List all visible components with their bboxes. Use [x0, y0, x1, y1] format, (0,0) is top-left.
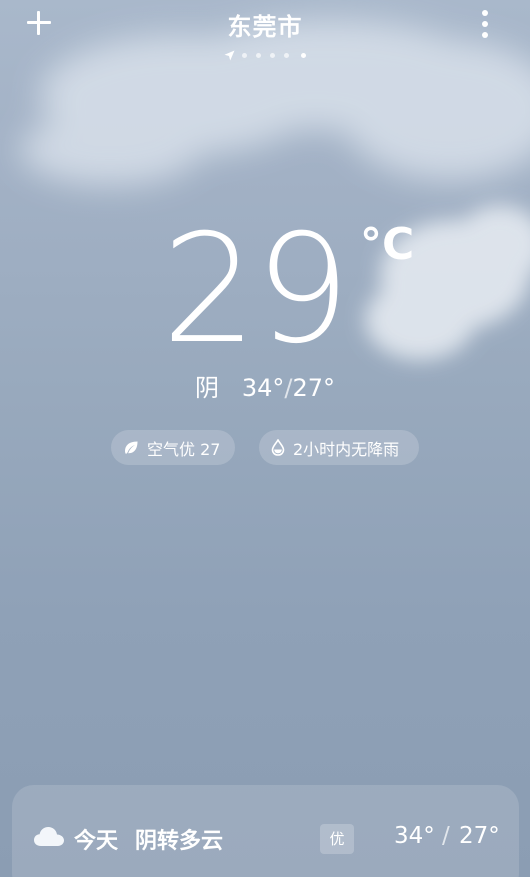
today-high-temp: 34°	[394, 823, 435, 849]
air-quality-chip[interactable]: 空气优 27	[111, 430, 235, 465]
page-indicator	[222, 50, 312, 62]
forecast-card: 今天 阴转多云 优 34° / 27°	[12, 785, 519, 877]
condition-summary: 阴 34°/27°	[0, 368, 530, 408]
low-temp: 27°	[292, 374, 336, 402]
weather-screen: 东莞市 29 °C 阴 34°/27° 空气优 27 2小时内无降雨 今天 阴转…	[0, 0, 530, 877]
city-name[interactable]: 东莞市	[165, 7, 365, 42]
temperature-unit: °C	[360, 219, 415, 270]
today-low-temp: 27°	[459, 823, 500, 849]
cloud-icon	[34, 827, 64, 846]
aqi-badge: 优	[320, 824, 354, 854]
today-label: 今天	[74, 829, 119, 854]
add-city-button[interactable]	[24, 8, 54, 38]
rain-forecast-chip[interactable]: 2小时内无降雨	[259, 430, 419, 465]
high-temp: 34°	[241, 374, 285, 402]
condition-text: 阴	[194, 374, 219, 402]
top-bar: 东莞市	[0, 0, 530, 70]
location-arrow-icon	[224, 50, 235, 61]
page-dot[interactable]	[242, 53, 247, 58]
today-temp-separator: /	[442, 823, 450, 849]
page-dot[interactable]	[256, 53, 261, 58]
water-drop-icon	[271, 439, 285, 456]
more-options-button[interactable]	[478, 10, 492, 38]
page-dot[interactable]	[284, 53, 289, 58]
page-dot[interactable]	[270, 53, 275, 58]
today-forecast-row[interactable]: 今天 阴转多云 优 34° / 27°	[12, 785, 519, 877]
today-description: 阴转多云	[135, 829, 224, 854]
current-temperature: 29	[161, 203, 351, 377]
page-dot-active[interactable]	[301, 53, 306, 58]
more-vertical-icon	[482, 10, 488, 16]
air-quality-label: 空气优 27	[147, 439, 221, 459]
leaf-icon	[125, 441, 138, 454]
rain-forecast-label: 2小时内无降雨	[293, 439, 400, 459]
